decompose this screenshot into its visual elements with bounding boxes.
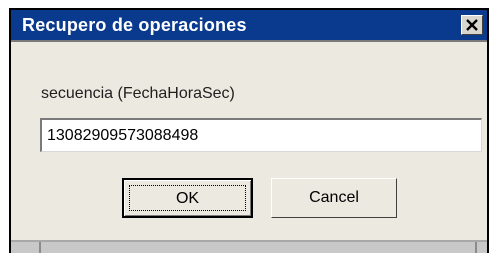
close-button[interactable]: [461, 15, 483, 35]
cancel-button-label: Cancel: [309, 189, 359, 206]
secuencia-input[interactable]: [40, 118, 482, 152]
cancel-button[interactable]: Cancel: [271, 178, 397, 218]
focus-ring: [129, 185, 246, 211]
ok-button[interactable]: OK: [122, 178, 253, 218]
bottom-strip: [11, 242, 487, 253]
dialog-title: Recupero de operaciones: [22, 15, 247, 35]
close-icon: [466, 19, 478, 31]
strip-separator: [475, 242, 477, 253]
strip-separator: [39, 242, 41, 253]
secuencia-label: secuencia (FechaHoraSec): [41, 85, 235, 102]
dialog-titlebar[interactable]: Recupero de operaciones: [11, 10, 487, 42]
recupero-dialog: Recupero de operaciones secuencia (Fecha…: [9, 8, 489, 253]
